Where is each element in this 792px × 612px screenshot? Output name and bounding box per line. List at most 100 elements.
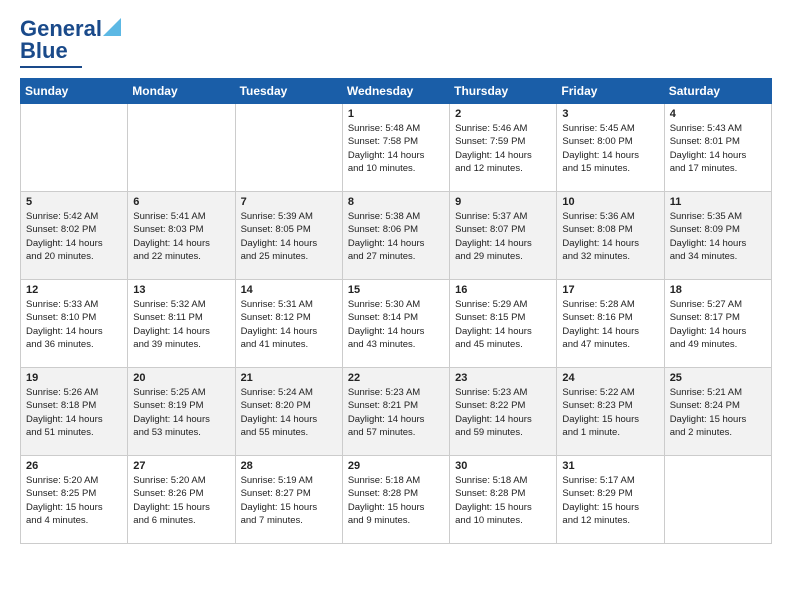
day-number: 3 [562, 108, 658, 120]
day-info: Sunrise: 5:27 AMSunset: 8:17 PMDaylight:… [670, 298, 766, 351]
calendar-cell: 1 Sunrise: 5:48 AMSunset: 7:58 PMDaylight… [342, 104, 449, 192]
day-info: Sunrise: 5:32 AMSunset: 8:11 PMDaylight:… [133, 298, 229, 351]
day-info: Sunrise: 5:30 AMSunset: 8:14 PMDaylight:… [348, 298, 444, 351]
calendar-cell: 10 Sunrise: 5:36 AMSunset: 8:08 PMDayligh… [557, 192, 664, 280]
calendar-cell: 23 Sunrise: 5:23 AMSunset: 8:22 PMDayligh… [450, 368, 557, 456]
day-number: 10 [562, 196, 658, 208]
weekday-header-friday: Friday [557, 79, 664, 104]
logo: General Blue [20, 16, 121, 68]
calendar-cell [235, 104, 342, 192]
day-number: 4 [670, 108, 766, 120]
day-info: Sunrise: 5:21 AMSunset: 8:24 PMDaylight:… [670, 386, 766, 439]
day-info: Sunrise: 5:29 AMSunset: 8:15 PMDaylight:… [455, 298, 551, 351]
weekday-header-thursday: Thursday [450, 79, 557, 104]
weekday-header-monday: Monday [128, 79, 235, 104]
day-info: Sunrise: 5:20 AMSunset: 8:26 PMDaylight:… [133, 474, 229, 527]
day-info: Sunrise: 5:41 AMSunset: 8:03 PMDaylight:… [133, 210, 229, 263]
day-info: Sunrise: 5:23 AMSunset: 8:21 PMDaylight:… [348, 386, 444, 439]
day-number: 30 [455, 460, 551, 472]
day-number: 22 [348, 372, 444, 384]
calendar-cell: 11 Sunrise: 5:35 AMSunset: 8:09 PMDayligh… [664, 192, 771, 280]
calendar-cell: 15 Sunrise: 5:30 AMSunset: 8:14 PMDayligh… [342, 280, 449, 368]
day-number: 24 [562, 372, 658, 384]
day-info: Sunrise: 5:35 AMSunset: 8:09 PMDaylight:… [670, 210, 766, 263]
day-number: 14 [241, 284, 337, 296]
day-number: 31 [562, 460, 658, 472]
day-number: 11 [670, 196, 766, 208]
logo-triangle-icon [103, 18, 121, 36]
day-info: Sunrise: 5:31 AMSunset: 8:12 PMDaylight:… [241, 298, 337, 351]
day-number: 29 [348, 460, 444, 472]
weekday-header-row: SundayMondayTuesdayWednesdayThursdayFrid… [21, 79, 772, 104]
calendar-cell: 24 Sunrise: 5:22 AMSunset: 8:23 PMDayligh… [557, 368, 664, 456]
calendar-cell [664, 456, 771, 544]
weekday-header-sunday: Sunday [21, 79, 128, 104]
calendar-cell: 28 Sunrise: 5:19 AMSunset: 8:27 PMDayligh… [235, 456, 342, 544]
day-info: Sunrise: 5:26 AMSunset: 8:18 PMDaylight:… [26, 386, 122, 439]
calendar-cell: 21Sunrise: 5:24 AMSunset: 8:20 PMDayligh… [235, 368, 342, 456]
day-number: 20 [133, 372, 229, 384]
calendar-cell: 8 Sunrise: 5:38 AMSunset: 8:06 PMDaylight… [342, 192, 449, 280]
day-info: Sunrise: 5:18 AMSunset: 8:28 PMDaylight:… [455, 474, 551, 527]
calendar-cell: 27 Sunrise: 5:20 AMSunset: 8:26 PMDayligh… [128, 456, 235, 544]
day-number: 5 [26, 196, 122, 208]
day-number: 6 [133, 196, 229, 208]
day-number: 16 [455, 284, 551, 296]
day-info: Sunrise: 5:24 AMSunset: 8:20 PMDaylight:… [241, 386, 337, 439]
weekday-header-tuesday: Tuesday [235, 79, 342, 104]
calendar-cell [21, 104, 128, 192]
day-info: Sunrise: 5:33 AMSunset: 8:10 PMDaylight:… [26, 298, 122, 351]
calendar-table: SundayMondayTuesdayWednesdayThursdayFrid… [20, 78, 772, 544]
week-row-5: 26Sunrise: 5:20 AMSunset: 8:25 PMDayligh… [21, 456, 772, 544]
day-info: Sunrise: 5:19 AMSunset: 8:27 PMDaylight:… [241, 474, 337, 527]
calendar-cell: 4 Sunrise: 5:43 AMSunset: 8:01 PMDaylight… [664, 104, 771, 192]
calendar-cell: 3 Sunrise: 5:45 AMSunset: 8:00 PMDaylight… [557, 104, 664, 192]
day-info: Sunrise: 5:43 AMSunset: 8:01 PMDaylight:… [670, 122, 766, 175]
day-number: 2 [455, 108, 551, 120]
day-info: Sunrise: 5:46 AMSunset: 7:59 PMDaylight:… [455, 122, 551, 175]
logo-blue-text: Blue [20, 38, 68, 64]
weekday-header-wednesday: Wednesday [342, 79, 449, 104]
day-info: Sunrise: 5:23 AMSunset: 8:22 PMDaylight:… [455, 386, 551, 439]
calendar-cell: 7Sunrise: 5:39 AMSunset: 8:05 PMDaylight… [235, 192, 342, 280]
calendar-cell: 18Sunrise: 5:27 AMSunset: 8:17 PMDayligh… [664, 280, 771, 368]
day-info: Sunrise: 5:37 AMSunset: 8:07 PMDaylight:… [455, 210, 551, 263]
calendar-cell [128, 104, 235, 192]
calendar-cell: 17 Sunrise: 5:28 AMSunset: 8:16 PMDayligh… [557, 280, 664, 368]
day-info: Sunrise: 5:25 AMSunset: 8:19 PMDaylight:… [133, 386, 229, 439]
calendar-cell: 6 Sunrise: 5:41 AMSunset: 8:03 PMDaylight… [128, 192, 235, 280]
day-number: 8 [348, 196, 444, 208]
day-number: 26 [26, 460, 122, 472]
calendar-cell: 19 Sunrise: 5:26 AMSunset: 8:18 PMDayligh… [21, 368, 128, 456]
day-info: Sunrise: 5:45 AMSunset: 8:00 PMDaylight:… [562, 122, 658, 175]
day-number: 1 [348, 108, 444, 120]
calendar-cell: 12Sunrise: 5:33 AMSunset: 8:10 PMDayligh… [21, 280, 128, 368]
day-info: Sunrise: 5:36 AMSunset: 8:08 PMDaylight:… [562, 210, 658, 263]
day-info: Sunrise: 5:18 AMSunset: 8:28 PMDaylight:… [348, 474, 444, 527]
day-number: 23 [455, 372, 551, 384]
week-row-2: 5 Sunrise: 5:42 AMSunset: 8:02 PMDaylight… [21, 192, 772, 280]
logo-underline [20, 66, 82, 68]
weekday-header-saturday: Saturday [664, 79, 771, 104]
day-number: 19 [26, 372, 122, 384]
calendar-cell: 16 Sunrise: 5:29 AMSunset: 8:15 PMDayligh… [450, 280, 557, 368]
calendar-cell: 29 Sunrise: 5:18 AMSunset: 8:28 PMDayligh… [342, 456, 449, 544]
calendar-cell: 13Sunrise: 5:32 AMSunset: 8:11 PMDayligh… [128, 280, 235, 368]
calendar-cell: 31Sunrise: 5:17 AMSunset: 8:29 PMDayligh… [557, 456, 664, 544]
day-number: 9 [455, 196, 551, 208]
day-info: Sunrise: 5:42 AMSunset: 8:02 PMDaylight:… [26, 210, 122, 263]
day-number: 17 [562, 284, 658, 296]
day-number: 7 [241, 196, 337, 208]
day-number: 27 [133, 460, 229, 472]
day-info: Sunrise: 5:28 AMSunset: 8:16 PMDaylight:… [562, 298, 658, 351]
calendar-cell: 30 Sunrise: 5:18 AMSunset: 8:28 PMDayligh… [450, 456, 557, 544]
day-info: Sunrise: 5:38 AMSunset: 8:06 PMDaylight:… [348, 210, 444, 263]
page: General Blue SundayMondayTuesdayWednesda… [0, 0, 792, 554]
day-number: 15 [348, 284, 444, 296]
calendar-cell: 25Sunrise: 5:21 AMSunset: 8:24 PMDayligh… [664, 368, 771, 456]
day-info: Sunrise: 5:22 AMSunset: 8:23 PMDaylight:… [562, 386, 658, 439]
week-row-4: 19 Sunrise: 5:26 AMSunset: 8:18 PMDayligh… [21, 368, 772, 456]
day-number: 28 [241, 460, 337, 472]
day-info: Sunrise: 5:48 AMSunset: 7:58 PMDaylight:… [348, 122, 444, 175]
week-row-1: 1 Sunrise: 5:48 AMSunset: 7:58 PMDaylight… [21, 104, 772, 192]
